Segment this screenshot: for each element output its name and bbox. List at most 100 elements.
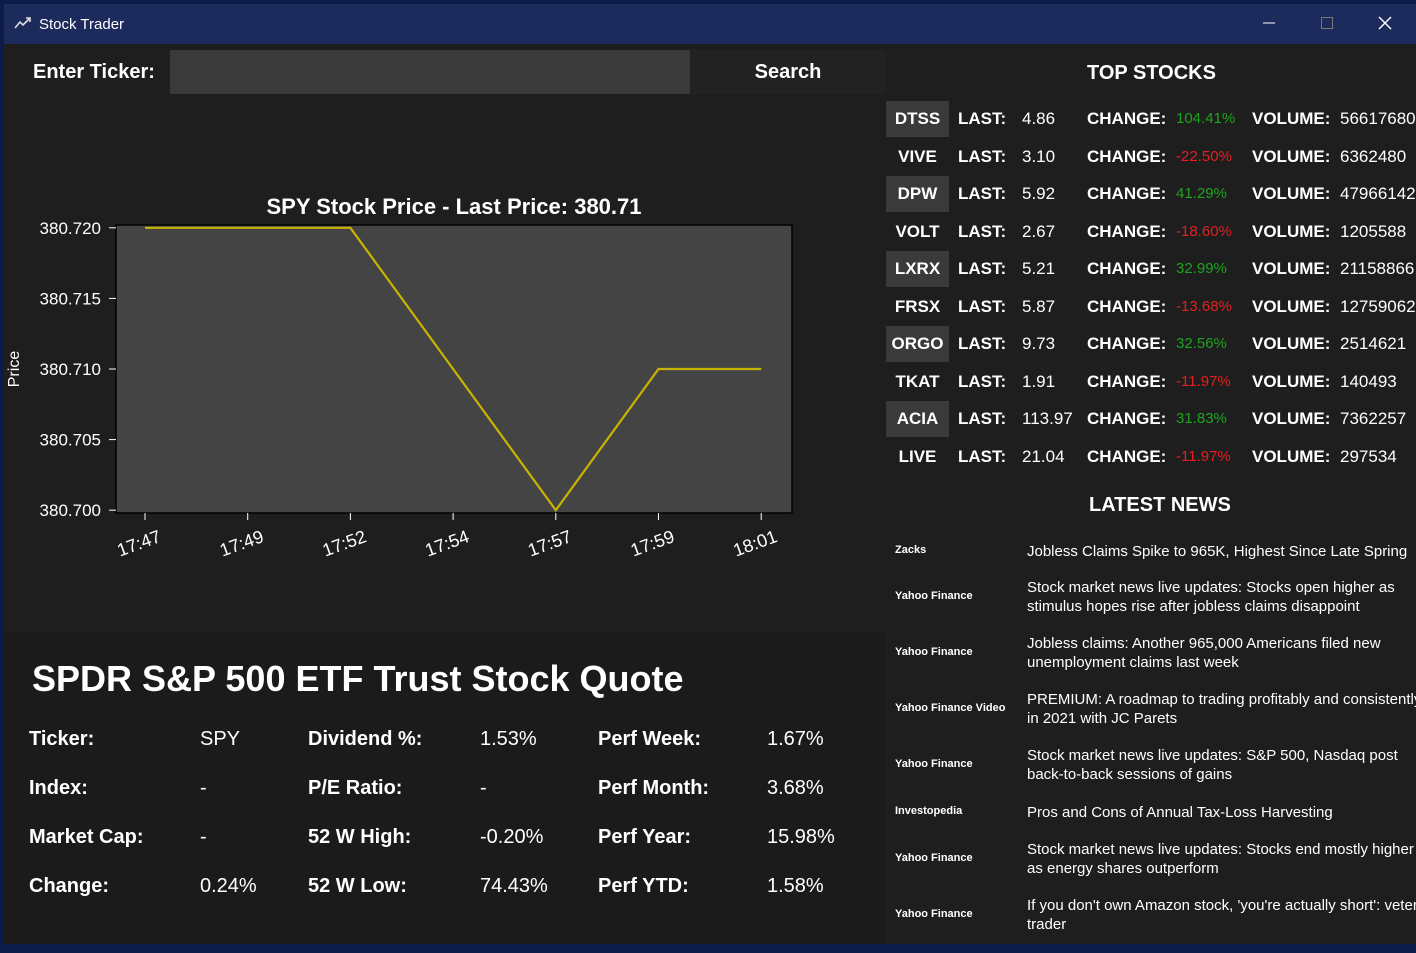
volume-value: 7362257 (1340, 409, 1407, 428)
volume-label: VOLUME: (1252, 146, 1331, 166)
last-label: LAST: (958, 221, 1007, 241)
last-value: 21.04 (1022, 446, 1065, 466)
change-value: 32.56% (1176, 335, 1227, 352)
stock-symbol[interactable]: ACIA (886, 401, 949, 437)
quote-field-value: 3.68% (767, 777, 824, 799)
last-label: LAST: (958, 334, 1007, 353)
last-value: 9.73 (1022, 334, 1056, 353)
news-headline[interactable]: If you don't own Amazon stock, 'you're a… (1027, 896, 1416, 915)
news-headline[interactable]: Stock market news live updates: Stocks e… (1027, 840, 1414, 859)
close-button[interactable] (1362, 6, 1408, 40)
change-value: 104.41% (1176, 110, 1236, 127)
quote-field-value: 74.43% (480, 875, 548, 897)
change-label: CHANGE: (1087, 221, 1167, 241)
volume-value: 56617680 (1340, 109, 1416, 128)
stock-symbol[interactable]: LIVE (886, 439, 949, 475)
last-value: 2.67 (1022, 221, 1056, 241)
news-headline[interactable]: back-to-back sessions of gains (1027, 765, 1232, 784)
stock-symbol[interactable]: ORGO (886, 326, 949, 362)
quote-field-label: 52 W High: (308, 826, 412, 848)
quote-field-value: - (200, 826, 207, 848)
last-label: LAST: (958, 371, 1007, 391)
volume-label: VOLUME: (1252, 446, 1331, 466)
quote-field-value: 0.24% (200, 875, 257, 897)
stock-symbol[interactable]: FRSX (886, 289, 949, 325)
news-source: Zacks (895, 544, 927, 556)
quote-field-label: P/E Ratio: (308, 777, 403, 799)
news-headline[interactable]: PREMIUM: A roadmap to trading profitably… (1027, 690, 1416, 709)
news-source: Yahoo Finance (895, 852, 973, 864)
quote-field-label: 52 W Low: (308, 875, 407, 897)
volume-label: VOLUME: (1252, 409, 1331, 428)
quote-field-label: Perf YTD: (598, 875, 689, 897)
x-tick-label: 17:54 (422, 526, 471, 560)
news-headline[interactable]: Jobless Claims Spike to 965K, Highest Si… (1027, 542, 1407, 561)
latest-news-title: LATEST NEWS (1089, 494, 1231, 516)
news-headline[interactable]: Stock market news live updates: Stocks o… (1027, 578, 1395, 597)
last-value: 5.92 (1022, 184, 1056, 203)
news-headline[interactable]: Jobless claims: Another 965,000 American… (1027, 634, 1381, 653)
quote-field-label: Ticker: (29, 728, 95, 750)
stock-symbol[interactable]: VOLT (886, 214, 949, 250)
quote-field-value: SPY (200, 728, 241, 750)
volume-value: 297534 (1340, 446, 1397, 466)
news-headline[interactable]: as energy shares outperform (1027, 859, 1219, 878)
x-tick-label: 17:57 (525, 526, 574, 560)
stock-symbol[interactable]: DPW (886, 176, 949, 212)
change-label: CHANGE: (1087, 371, 1167, 391)
volume-value: 1205588 (1340, 221, 1407, 241)
stock-symbol[interactable]: TKAT (886, 364, 949, 400)
change-label: CHANGE: (1087, 146, 1167, 166)
x-tick-label: 17:47 (114, 526, 163, 560)
x-tick-label: 17:59 (628, 526, 677, 560)
maximize-button[interactable] (1304, 6, 1350, 40)
last-label: LAST: (958, 446, 1007, 466)
change-value: 32.99% (1176, 260, 1227, 277)
stock-symbol[interactable]: LXRX (886, 251, 949, 287)
change-label: CHANGE: (1087, 409, 1167, 428)
quote-field-value: 1.67% (767, 728, 824, 750)
news-source: Investopedia (895, 805, 963, 817)
volume-label: VOLUME: (1252, 371, 1331, 391)
news-headline[interactable]: unemployment claims last week (1027, 653, 1239, 672)
news-headline[interactable]: stimulus hopes rise after jobless claims… (1027, 597, 1360, 616)
quote-field-value: - (480, 777, 487, 799)
volume-label: VOLUME: (1252, 296, 1331, 316)
quote-field-value: - (200, 777, 207, 799)
news-source: Yahoo Finance (895, 758, 973, 770)
y-tick-label: 380.715 (40, 289, 101, 308)
change-label: CHANGE: (1087, 184, 1167, 203)
stock-symbol[interactable]: DTSS (886, 101, 949, 137)
quote-field-value: 1.58% (767, 875, 824, 897)
volume-label: VOLUME: (1252, 334, 1331, 353)
volume-label: VOLUME: (1252, 184, 1331, 203)
last-label: LAST: (958, 409, 1007, 428)
last-label: LAST: (958, 296, 1007, 316)
y-tick-label: 380.700 (40, 501, 101, 520)
volume-value: 2514621 (1340, 334, 1407, 353)
volume-value: 140493 (1340, 371, 1397, 391)
volume-label: VOLUME: (1252, 109, 1331, 128)
last-value: 4.86 (1022, 109, 1056, 128)
news-headline[interactable]: trader (1027, 915, 1066, 934)
news-source: Yahoo Finance (895, 590, 973, 602)
last-label: LAST: (958, 259, 1007, 278)
volume-label: VOLUME: (1252, 221, 1331, 241)
volume-label: VOLUME: (1252, 259, 1331, 278)
news-headline[interactable]: Pros and Cons of Annual Tax-Loss Harvest… (1027, 803, 1333, 822)
last-label: LAST: (958, 146, 1007, 166)
news-headline[interactable]: Stock market news live updates: S&P 500,… (1027, 746, 1398, 765)
change-label: CHANGE: (1087, 446, 1167, 466)
news-headline[interactable]: in 2021 with JC Parets (1027, 709, 1177, 728)
price-chart: SPY Stock Price - Last Price: 380.71 Pric… (6, 194, 793, 560)
change-value: -18.60% (1176, 222, 1232, 240)
quote-field-label: Market Cap: (29, 826, 144, 848)
quote-field-label: Perf Week: (598, 728, 702, 750)
minimize-button[interactable] (1246, 6, 1292, 40)
y-tick-label: 380.705 (40, 431, 101, 450)
last-value: 3.10 (1022, 146, 1056, 166)
news-source: Yahoo Finance (895, 908, 973, 920)
quote-field-label: Change: (29, 875, 109, 897)
x-tick-label: 17:52 (320, 526, 369, 560)
stock-symbol[interactable]: VIVE (886, 139, 949, 175)
